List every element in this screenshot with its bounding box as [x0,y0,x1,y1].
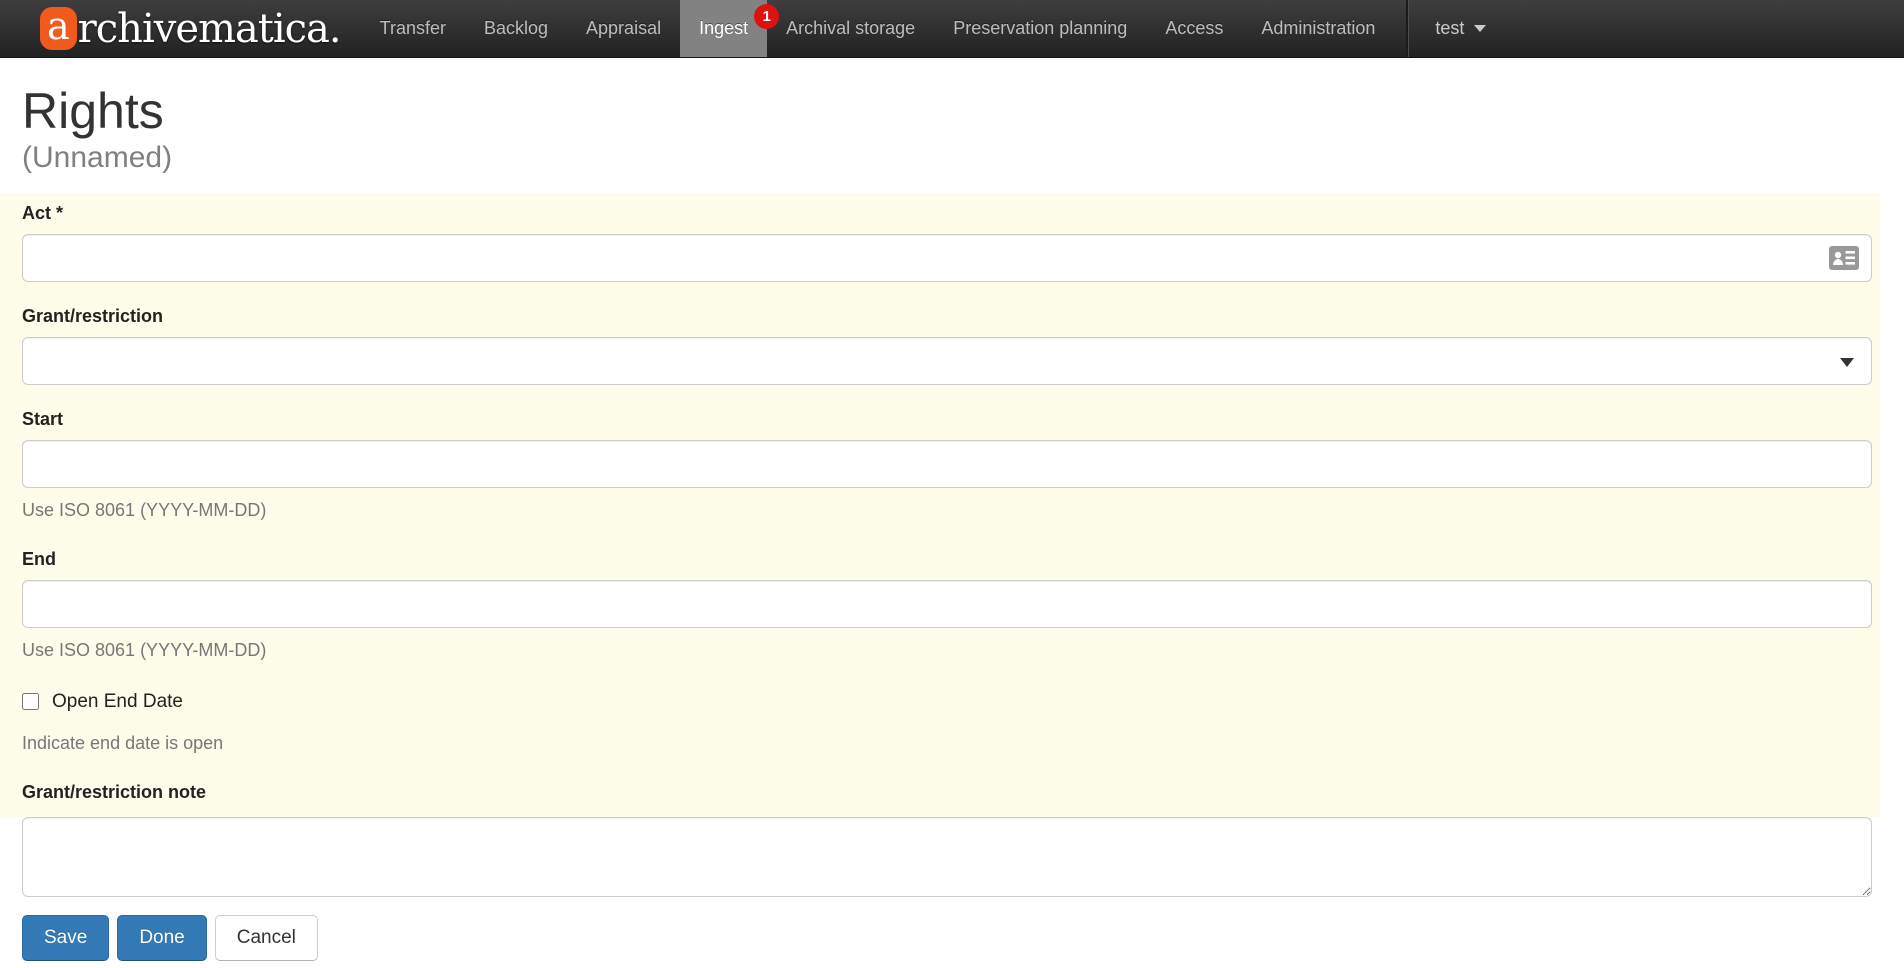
act-input-wrap [22,234,1872,282]
act-input[interactable] [22,234,1872,282]
form-actions: Save Done Cancel [22,915,1904,961]
grant-restriction-note-label: Grant/restriction note [22,782,1880,817]
end-label: End [22,549,1880,570]
act-label: Act * [22,203,1880,224]
nav-item-transfer[interactable]: Transfer [361,0,465,57]
nav-item-archival-storage[interactable]: Archival storage [767,0,934,57]
start-input-wrap [22,440,1872,488]
nav-item-ingest-label: Ingest [699,18,748,39]
done-button[interactable]: Done [117,915,206,961]
end-input-wrap [22,580,1872,628]
main-nav: Transfer Backlog Appraisal Ingest 1 Arch… [361,0,1395,57]
rights-form: Act * Grant/restriction Start Use ISO 80… [0,193,1880,817]
start-label: Start [22,409,1880,430]
nav-item-access[interactable]: Access [1146,0,1242,57]
top-navbar: a rchivematica. Transfer Backlog Apprais… [0,0,1904,58]
nav-item-administration[interactable]: Administration [1242,0,1394,57]
open-end-date-row: Open End Date [22,691,1880,713]
grant-restriction-label: Grant/restriction [22,306,1880,327]
start-input[interactable] [22,440,1872,488]
cancel-button[interactable]: Cancel [215,915,318,961]
start-help-text: Use ISO 8061 (YYYY-MM-DD) [22,500,1880,521]
nav-item-appraisal[interactable]: Appraisal [567,0,680,57]
archivematica-logo[interactable]: a rchivematica. [40,0,341,57]
page-title: Rights [22,84,1904,139]
end-help-text: Use ISO 8061 (YYYY-MM-DD) [22,640,1880,661]
end-input[interactable] [22,580,1872,628]
save-button[interactable]: Save [22,915,109,961]
user-menu-dropdown[interactable]: test [1408,0,1512,57]
open-end-date-label[interactable]: Open End Date [52,691,183,713]
logo-orange-a: a [40,7,77,50]
grant-restriction-select[interactable] [22,337,1872,385]
nav-item-backlog[interactable]: Backlog [465,0,567,57]
logo-wordmark: rchivematica. [78,9,341,49]
grant-restriction-select-wrap [22,337,1872,385]
user-menu-label: test [1435,18,1464,39]
nav-item-ingest[interactable]: Ingest 1 [680,0,767,57]
page-subtitle: (Unnamed) [22,139,1904,177]
nav-item-preservation-planning[interactable]: Preservation planning [934,0,1146,57]
open-end-date-checkbox[interactable] [22,693,39,710]
open-end-date-help-text: Indicate end date is open [22,733,1880,754]
grant-restriction-note-textarea[interactable] [22,817,1872,897]
caret-down-icon [1474,25,1486,32]
